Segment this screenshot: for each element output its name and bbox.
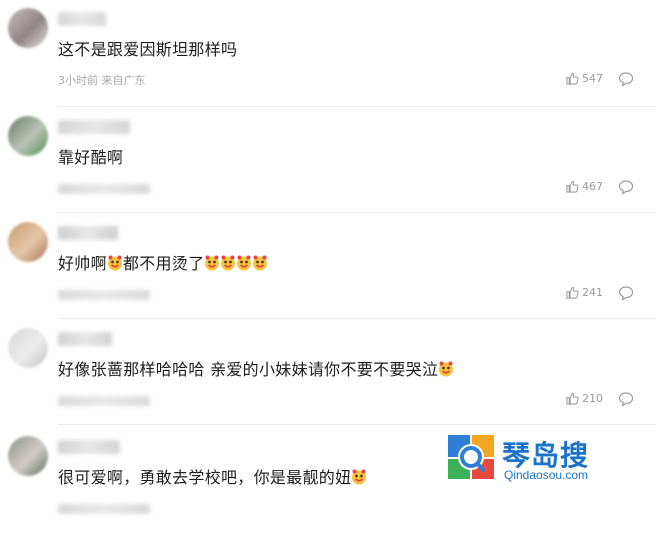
avatar[interactable] bbox=[8, 222, 48, 262]
comment-meta bbox=[58, 504, 150, 514]
like-button[interactable]: 210 bbox=[566, 392, 603, 405]
watermark: 琴岛搜 Qindaosou.com bbox=[442, 431, 656, 489]
comment-meta bbox=[58, 184, 150, 194]
like-button[interactable]: 467 bbox=[566, 180, 603, 193]
like-count: 547 bbox=[582, 72, 603, 85]
like-button[interactable]: 241 bbox=[566, 286, 603, 299]
comment-item: 靠好酷啊 467 bbox=[0, 108, 656, 214]
username[interactable] bbox=[58, 12, 106, 26]
thumbs-up-icon bbox=[566, 286, 579, 299]
smiley-emoji-icon bbox=[439, 361, 454, 377]
smiley-emoji-icon bbox=[221, 255, 236, 271]
watermark-logo-icon bbox=[448, 435, 494, 479]
username[interactable] bbox=[58, 440, 120, 454]
username[interactable] bbox=[58, 332, 112, 346]
comment-item: 这不是跟爱因斯坦那样吗 3小时前 来自广东 547 bbox=[0, 0, 656, 106]
comment-bubble-icon[interactable] bbox=[618, 391, 634, 407]
comment-text: 靠好酷啊 bbox=[58, 144, 123, 168]
comment-text: 好像张蔷那样哈哈哈 亲爱的小妹妹请你不要不要哭泣 bbox=[58, 356, 454, 380]
divider bbox=[58, 106, 656, 107]
comment-meta bbox=[58, 290, 150, 300]
smiley-emoji-icon bbox=[107, 255, 122, 271]
thumbs-up-icon bbox=[566, 392, 579, 405]
like-count: 241 bbox=[582, 286, 603, 299]
comment-text: 很可爱啊，勇敢去学校吧，你是最靓的妞 bbox=[58, 464, 367, 488]
like-count: 210 bbox=[582, 392, 603, 405]
comment-text-main: 好像张蔷那样哈哈哈 亲爱的小妹妹请你不要不要哭泣 bbox=[58, 360, 439, 379]
avatar[interactable] bbox=[8, 116, 48, 156]
comment-bubble-icon[interactable] bbox=[618, 179, 634, 195]
comment-text-continued: 都不用烫了 bbox=[122, 254, 205, 273]
comment-text-main: 好帅啊 bbox=[58, 254, 107, 273]
thumbs-up-icon bbox=[566, 180, 579, 193]
comment-text-main: 靠好酷啊 bbox=[58, 148, 124, 167]
divider bbox=[58, 212, 656, 213]
comment-meta bbox=[58, 396, 150, 406]
smiley-emoji-icon bbox=[352, 469, 367, 485]
like-count: 467 bbox=[582, 180, 603, 193]
comment-item: 好帅啊 都不用烫了 241 bbox=[0, 214, 656, 320]
comment-text-main: 很可爱啊，勇敢去学校吧，你是最靓的妞 bbox=[58, 468, 352, 487]
watermark-brand-en: Qindaosou.com bbox=[504, 468, 589, 482]
comment-bubble-icon[interactable] bbox=[618, 285, 634, 301]
comment-text: 好帅啊 都不用烫了 bbox=[58, 250, 268, 274]
comment-text: 这不是跟爱因斯坦那样吗 bbox=[58, 36, 237, 60]
comment-bubble-icon[interactable] bbox=[618, 71, 634, 87]
like-button[interactable]: 547 bbox=[566, 72, 603, 85]
comment-meta: 3小时前 来自广东 bbox=[58, 74, 146, 87]
comment-text-main: 这不是跟爱因斯坦那样吗 bbox=[58, 40, 238, 59]
smiley-emoji-icon bbox=[237, 255, 252, 271]
username[interactable] bbox=[58, 226, 118, 240]
smiley-emoji-icon bbox=[205, 255, 220, 271]
comment-item: 好像张蔷那样哈哈哈 亲爱的小妹妹请你不要不要哭泣 210 bbox=[0, 320, 656, 426]
thumbs-up-icon bbox=[566, 72, 579, 85]
username[interactable] bbox=[58, 120, 130, 134]
divider bbox=[58, 424, 656, 425]
avatar[interactable] bbox=[8, 8, 48, 48]
divider bbox=[58, 318, 656, 319]
smiley-emoji-icon bbox=[253, 255, 268, 271]
avatar[interactable] bbox=[8, 436, 48, 476]
avatar[interactable] bbox=[8, 328, 48, 368]
